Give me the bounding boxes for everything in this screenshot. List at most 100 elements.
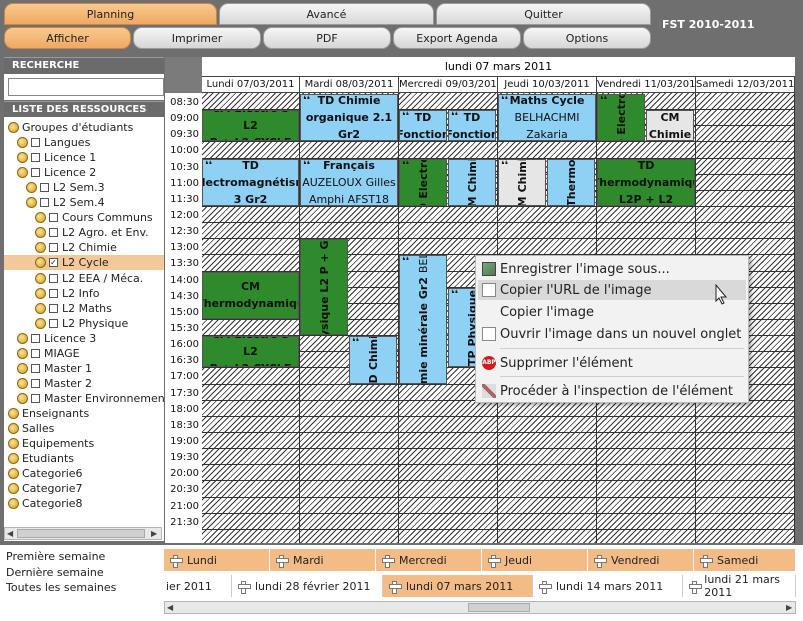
calendar-event[interactable]: CM Electro 3 L2P + L2 CYCLE xyxy=(202,336,299,368)
resource-checkbox[interactable] xyxy=(31,168,40,178)
options-button[interactable]: Options xyxy=(523,27,651,49)
add-day-button[interactable]: Lundi xyxy=(164,549,270,571)
tree-item[interactable]: Langues xyxy=(4,135,164,150)
expand-toggle-icon[interactable] xyxy=(8,483,19,495)
expand-toggle-icon[interactable] xyxy=(17,152,28,164)
resource-checkbox[interactable]: ✓ xyxy=(49,258,58,268)
expand-toggle-icon[interactable] xyxy=(35,257,46,269)
resource-checkbox[interactable] xyxy=(31,333,40,343)
resource-checkbox[interactable] xyxy=(49,213,58,223)
resource-checkbox[interactable] xyxy=(49,303,58,313)
expand-toggle-icon[interactable] xyxy=(26,182,37,194)
search-input[interactable] xyxy=(8,78,164,96)
menu-inspect-element[interactable]: Procéder à l'inspection de l'élément xyxy=(478,381,746,401)
week-button[interactable]: ier 2011 xyxy=(160,575,232,597)
tree-item[interactable]: L2 Info xyxy=(4,286,164,301)
expand-toggle-icon[interactable] xyxy=(17,347,28,359)
all-weeks-link[interactable]: Toutes les semaines xyxy=(6,581,116,594)
resource-checkbox[interactable] xyxy=(49,228,58,238)
resource-checkbox[interactable] xyxy=(40,183,49,193)
tree-item[interactable]: Master Environnement xyxy=(4,391,164,406)
tree-item[interactable]: Licence 2 xyxy=(4,165,164,180)
calendar-event[interactable]: ❛❛ TD Electromagnétism 3 Gr2 xyxy=(202,158,299,206)
expand-toggle-icon[interactable] xyxy=(35,302,46,314)
resource-checkbox[interactable] xyxy=(31,153,40,163)
tree-item[interactable]: L2 Sem.3 xyxy=(4,180,164,195)
tab-quitter[interactable]: Quitter xyxy=(436,3,651,25)
resource-checkbox[interactable] xyxy=(49,318,58,328)
resource-checkbox[interactable] xyxy=(31,363,40,373)
add-day-button[interactable]: Mercredi xyxy=(376,549,482,571)
expand-toggle-icon[interactable] xyxy=(26,197,37,209)
tree-item[interactable]: L2 Physique xyxy=(4,316,164,331)
tree-item[interactable]: L2 Agro. et Env. xyxy=(4,225,164,240)
resource-checkbox[interactable] xyxy=(40,198,49,208)
resource-checkbox[interactable] xyxy=(49,273,58,283)
tree-item[interactable]: Master 1 xyxy=(4,361,164,376)
export-agenda-button[interactable]: Export Agenda xyxy=(393,27,521,49)
tree-item[interactable]: ✓ L2 Cycle xyxy=(4,255,164,271)
calendar-event[interactable]: TP Physique L2 P + Gr1a L2 xyxy=(300,239,348,336)
expand-toggle-icon[interactable] xyxy=(35,227,46,239)
expand-toggle-icon[interactable] xyxy=(17,362,28,374)
tree-item[interactable]: Licence 3 xyxy=(4,331,164,346)
expand-toggle-icon[interactable] xyxy=(17,392,28,404)
tree-item[interactable]: Master 2 xyxy=(4,376,164,391)
tree-item[interactable]: Etudiants xyxy=(4,451,164,466)
afficher-button[interactable]: Afficher xyxy=(4,27,131,49)
add-day-button[interactable]: Vendredi xyxy=(588,549,694,571)
calendar-event[interactable]: ❛❛ TD Electro 3 xyxy=(597,94,645,142)
weeks-scroll-right-icon[interactable]: ▶ xyxy=(786,603,792,612)
week-button[interactable]: lundi 14 mars 2011 xyxy=(533,575,683,597)
calendar-event[interactable]: ❛❛ Maths Cycle BELHACHMI Zakaria xyxy=(498,94,596,142)
menu-save-image[interactable]: Enregistrer l'image sous... xyxy=(478,259,746,279)
expand-toggle-icon[interactable] xyxy=(8,438,19,450)
calendar-event[interactable]: CM Electro 3 L2P + L2 CYCLE xyxy=(202,110,299,142)
tree-item[interactable]: L2 EEA / Méca. xyxy=(4,271,164,286)
week-button[interactable]: lundi 07 mars 2011 xyxy=(383,575,533,597)
expand-toggle-icon[interactable] xyxy=(8,407,19,419)
expand-toggle-icon[interactable] xyxy=(35,272,46,284)
expand-toggle-icon[interactable] xyxy=(8,453,19,465)
scroll-left-icon[interactable]: ◀ xyxy=(7,529,13,538)
menu-open-image-tab[interactable]: Ouvrir l'image dans un nouvel onglet xyxy=(478,324,746,344)
calendar-event[interactable]: ❛❛ TD Chimie xyxy=(349,336,397,384)
tree-item[interactable]: Enseignants xyxy=(4,406,164,421)
calendar-event[interactable]: ❛❛ Français AUZELOUX Gilles Amphi AFST18 xyxy=(300,158,398,206)
week-button[interactable]: lundi 28 février 2011 xyxy=(232,575,383,597)
expand-toggle-icon[interactable] xyxy=(17,137,28,149)
expand-toggle-icon[interactable] xyxy=(17,167,28,179)
weeks-scroll-left-icon[interactable]: ◀ xyxy=(167,603,173,612)
resource-checkbox[interactable] xyxy=(49,288,58,298)
calendar-event[interactable]: ❛❛ CM Chimie xyxy=(498,158,546,206)
resource-checkbox[interactable] xyxy=(31,138,40,148)
first-week-link[interactable]: Première semaine xyxy=(6,550,105,563)
tree-item[interactable]: Licence 1 xyxy=(4,150,164,165)
week-button[interactable]: lundi 21 mars 2011 xyxy=(683,573,796,599)
tab-avance[interactable]: Avancé xyxy=(219,3,434,25)
tree-item[interactable]: Salles xyxy=(4,421,164,436)
tree-item[interactable]: L2 Maths xyxy=(4,301,164,316)
calendar-event[interactable]: ❛❛ TD Chimie organique 2.1 Gr2 xyxy=(300,94,398,142)
tree-item[interactable]: L2 Chimie xyxy=(4,240,164,255)
tree-item[interactable]: Groupes d'étudiants xyxy=(4,120,164,135)
weeks-scroll-thumb[interactable] xyxy=(468,603,530,612)
add-day-button[interactable]: Mardi xyxy=(270,549,376,571)
calendar-event[interactable]: ❛❛TDFonction xyxy=(448,110,496,142)
expand-toggle-icon[interactable] xyxy=(35,287,46,299)
tree-item[interactable]: L2 Sem.4 xyxy=(4,195,164,210)
calendar-event[interactable]: ❛❛ TD Electro 3 xyxy=(399,158,447,206)
expand-toggle-icon[interactable] xyxy=(8,498,19,510)
calendar-event[interactable]: ❛❛ TP Chimie minérale Gr2 BELFREKH xyxy=(399,255,447,384)
tree-item[interactable]: Categorie8 xyxy=(4,496,164,511)
tree-item[interactable]: Categorie6 xyxy=(4,466,164,481)
resource-checkbox[interactable] xyxy=(31,393,40,403)
tree-item[interactable]: Equipements xyxy=(4,436,164,451)
resource-checkbox[interactable] xyxy=(49,243,58,253)
expand-toggle-icon[interactable] xyxy=(17,377,28,389)
menu-copy-image[interactable]: Copier l'image xyxy=(478,302,746,322)
tree-item[interactable]: Categorie7 xyxy=(4,481,164,496)
tree-item[interactable]: MIAGE xyxy=(4,346,164,361)
expand-toggle-icon[interactable] xyxy=(8,122,19,133)
expand-toggle-icon[interactable] xyxy=(35,317,46,329)
